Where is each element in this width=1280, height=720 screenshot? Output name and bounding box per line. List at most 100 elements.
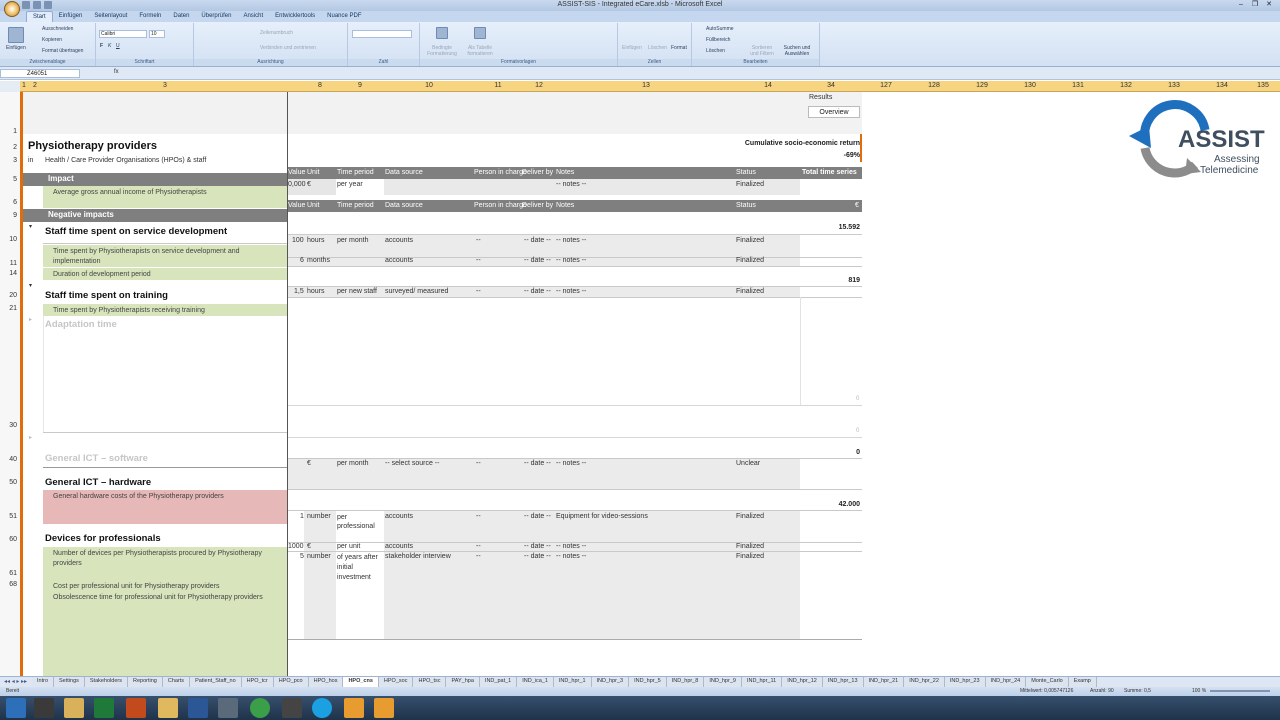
select-all-corner[interactable]	[0, 81, 20, 92]
media-icon[interactable]	[282, 698, 302, 718]
staff-dev-r1-notes[interactable]: -- notes --	[556, 237, 586, 244]
staff-dev-r1-time[interactable]: per month	[337, 237, 369, 244]
row-header[interactable]: 40	[0, 456, 17, 463]
row-header[interactable]: 51	[0, 513, 17, 520]
column-header[interactable]: 14	[736, 82, 800, 89]
format-cells-button[interactable]: Format	[671, 45, 687, 51]
collapse-toggle[interactable]: ▸	[29, 316, 32, 323]
sheet-tab[interactable]: HPO_tsc	[413, 677, 447, 687]
collapse-toggle[interactable]: ▾	[29, 223, 32, 230]
devices-r1-unit[interactable]: number	[307, 513, 331, 520]
column-header[interactable]: 133	[1150, 82, 1198, 89]
row-header[interactable]: 10	[0, 236, 17, 243]
devices-r1-notes[interactable]: Equipment for video-sessions	[556, 513, 648, 520]
sheet-tab[interactable]: HPO_pco	[273, 677, 309, 687]
wrap-text-button[interactable]: Zeilenumbruch	[260, 30, 293, 36]
excel-icon[interactable]	[94, 698, 114, 718]
sheet-tab[interactable]: PAY_hpa	[446, 677, 480, 687]
sheet-tab[interactable]: Monte_Carlo	[1026, 677, 1069, 687]
column-header[interactable]: 34	[800, 82, 862, 89]
staff-train-r1-time[interactable]: per new staff	[337, 288, 377, 295]
row-header[interactable]: 21	[0, 305, 17, 312]
format-as-table-icon[interactable]	[474, 27, 486, 39]
column-header[interactable]: 13	[556, 82, 736, 89]
sheet-tab[interactable]: IND_hpr_12	[782, 677, 823, 687]
software-r1-status[interactable]: Unclear	[736, 460, 760, 467]
sheet-tab[interactable]: IND_hpr_24	[985, 677, 1027, 687]
number-format-select[interactable]	[352, 30, 412, 38]
staff-dev-r1-source[interactable]: accounts	[385, 237, 413, 244]
sheet-tab[interactable]: Charts	[162, 677, 191, 687]
sheet-tab[interactable]: IND_hpr_22	[904, 677, 945, 687]
column-header[interactable]: 128	[910, 82, 958, 89]
tab-insert[interactable]: Einfügen	[53, 11, 89, 22]
devices-r3-deliver[interactable]: -- date --	[524, 553, 551, 560]
collapse-toggle[interactable]: ▾	[29, 282, 32, 289]
font-size-select[interactable]: 10	[149, 30, 165, 38]
conditional-format-icon[interactable]	[436, 27, 448, 39]
staff-dev-r1-unit[interactable]: hours	[307, 237, 325, 244]
devices-r3-person[interactable]: --	[476, 553, 481, 560]
insert-cells-button[interactable]: Einfügen	[622, 45, 642, 51]
row-header[interactable]: 14	[0, 270, 17, 277]
sheet-tab[interactable]: IND_hpr_1	[553, 677, 592, 687]
column-header[interactable]: 3	[42, 82, 288, 89]
row-header[interactable]: 68	[0, 581, 17, 588]
sheet-tab[interactable]: IND_ica_1	[517, 677, 554, 687]
devices-r2-unit[interactable]: €	[307, 543, 311, 550]
staff-dev-r1-value[interactable]: 100	[292, 237, 304, 244]
column-header[interactable]: 8	[305, 82, 335, 89]
sheet-tab[interactable]: IND_hpr_21	[863, 677, 905, 687]
software-r1-person[interactable]: --	[476, 460, 481, 467]
chrome-icon[interactable]	[250, 698, 270, 718]
staff-dev-r1-person[interactable]: --	[476, 237, 481, 244]
conditional-format-button[interactable]: Bedingte Formatierung	[424, 45, 460, 57]
impact-status[interactable]: Finalized	[736, 181, 764, 188]
italic-icon[interactable]: K	[108, 43, 111, 49]
devices-r3-status[interactable]: Finalized	[736, 553, 764, 560]
sheet-tab[interactable]: IND_hpr_8	[666, 677, 705, 687]
devices-r3-time[interactable]: of years after initial investment	[337, 553, 383, 583]
source-select[interactable]: -- select source --	[385, 460, 439, 467]
minimize-button[interactable]: –	[1234, 0, 1248, 9]
column-header[interactable]: 10	[384, 82, 474, 89]
impact-notes[interactable]: -- notes --	[556, 181, 586, 188]
fill-button[interactable]: Füllbereich	[706, 37, 730, 43]
staff-train-r1-value[interactable]: 1,5	[294, 288, 304, 295]
devices-r2-source[interactable]: accounts	[385, 543, 413, 550]
devices-r1-status[interactable]: Finalized	[736, 513, 764, 520]
name-box[interactable]: Z46051	[0, 69, 80, 78]
software-r1-notes[interactable]: -- notes --	[556, 460, 586, 467]
start-icon[interactable]	[6, 698, 26, 718]
sheet-tab[interactable]: Settings	[54, 677, 85, 687]
save-icon[interactable]	[22, 1, 30, 9]
staff-dev-r2-status[interactable]: Finalized	[736, 257, 764, 264]
devices-r2-status[interactable]: Finalized	[736, 543, 764, 550]
impact-value[interactable]: 0,000	[288, 181, 306, 188]
row-header[interactable]: 3	[0, 157, 17, 164]
sheet-tab[interactable]: Stakeholders	[84, 677, 128, 687]
tab-start[interactable]: Start	[26, 11, 53, 22]
format-painter-button[interactable]: Format übertragen	[42, 48, 83, 54]
column-header[interactable]: 130	[1006, 82, 1054, 89]
column-header[interactable]: 132	[1102, 82, 1150, 89]
bold-icon[interactable]: F	[100, 43, 103, 49]
clear-button[interactable]: Löschen	[706, 48, 725, 54]
sheet-tab[interactable]: IND_pat_1	[479, 677, 518, 687]
column-header[interactable]: 2	[30, 82, 40, 89]
column-header[interactable]: 131	[1054, 82, 1102, 89]
column-header[interactable]: 12	[522, 82, 556, 89]
column-header[interactable]: 129	[958, 82, 1006, 89]
devices-r3-notes[interactable]: -- notes --	[556, 553, 586, 560]
paste-icon[interactable]	[8, 27, 24, 43]
devices-r2-value[interactable]: 1000	[288, 543, 304, 550]
column-header[interactable]: 135	[1246, 82, 1280, 89]
sheet-tab[interactable]: Patient_Staff_no	[190, 677, 242, 687]
software-r1-time[interactable]: per month	[337, 460, 369, 467]
devices-r1-deliver[interactable]: -- date --	[524, 513, 551, 520]
devices-r1-person[interactable]: --	[476, 513, 481, 520]
close-button[interactable]: ✕	[1262, 0, 1276, 9]
impact-unit[interactable]: €	[307, 181, 311, 188]
staff-dev-r2-source[interactable]: accounts	[385, 257, 413, 264]
office-button[interactable]	[4, 1, 20, 17]
